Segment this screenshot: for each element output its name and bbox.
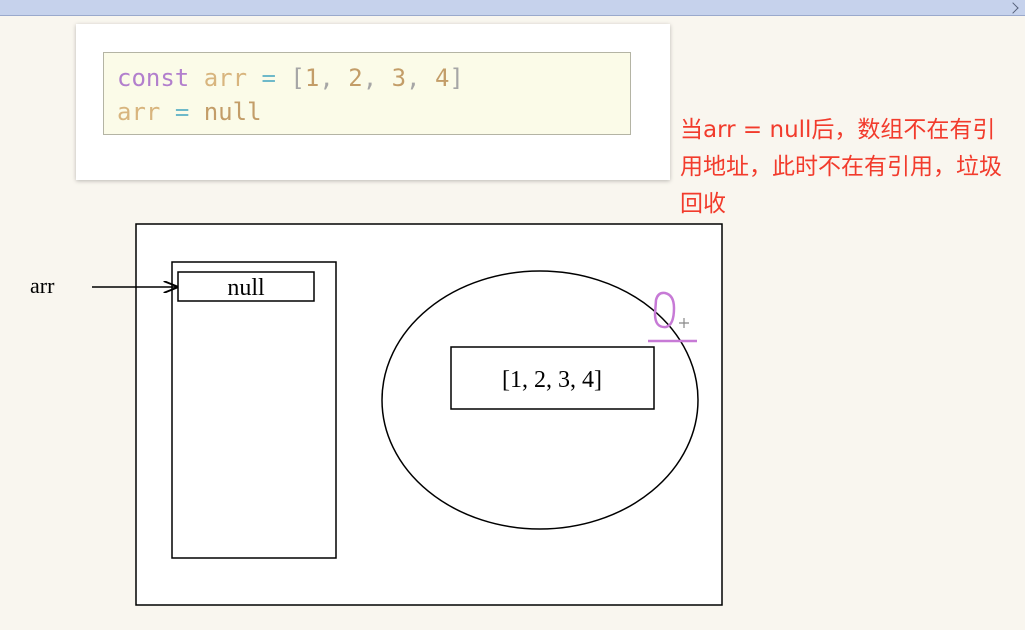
- heap-array-label: [1, 2, 3, 4]: [502, 367, 602, 393]
- pointer-label: arr: [30, 273, 55, 298]
- memory-diagram: null arr [1, 2, 3, 4]: [30, 223, 723, 606]
- stack-cell-label: null: [227, 275, 265, 301]
